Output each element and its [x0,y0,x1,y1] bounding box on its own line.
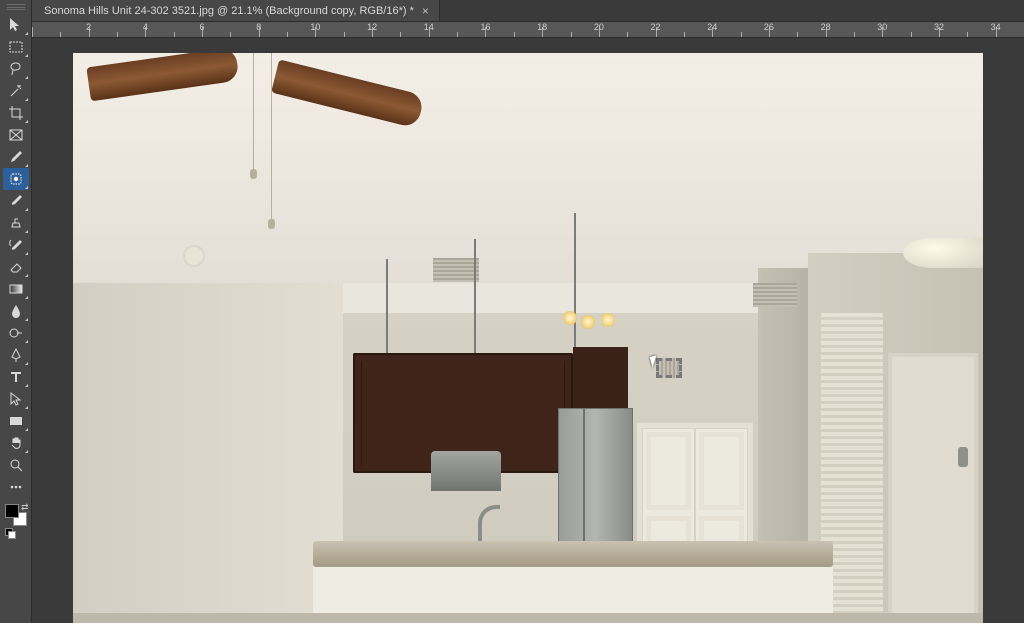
flyout-indicator-icon [25,54,28,57]
tools-panel: ⇄ [0,0,32,623]
document-tabs: Sonoma Hills Unit 24-302 3521.jpg @ 21.1… [32,0,1024,22]
flyout-indicator-icon [25,164,28,167]
ruler-tick-label: 4 [143,22,148,32]
flyout-indicator-icon [25,406,28,409]
ruler-tick-label: 12 [367,22,377,32]
zoom-tool[interactable] [3,454,29,476]
ruler-tick-label: 28 [821,22,831,32]
lasso-tool[interactable] [3,58,29,80]
close-icon[interactable]: × [422,5,429,17]
flyout-indicator-icon [25,208,28,211]
ruler-tick-label: 24 [707,22,717,32]
brush-tool[interactable] [3,190,29,212]
canvas-viewport[interactable] [32,53,1024,623]
document-canvas[interactable] [73,53,983,623]
ruler-tick-label: 26 [764,22,774,32]
flyout-indicator-icon [25,450,28,453]
ruler-tick-label: 14 [424,22,434,32]
horizontal-ruler[interactable]: 246810121416182022242628303234 [32,22,1024,38]
flyout-indicator-icon [25,98,28,101]
eyedropper-tool[interactable] [3,146,29,168]
panel-drag-handle[interactable] [7,4,25,10]
color-swatches[interactable]: ⇄ [5,504,27,526]
magic-wand-tool[interactable] [3,80,29,102]
gradient-tool[interactable] [3,278,29,300]
rectangle-tool[interactable] [3,410,29,432]
flyout-indicator-icon [25,230,28,233]
document-tab[interactable]: Sonoma Hills Unit 24-302 3521.jpg @ 21.1… [32,0,440,21]
flyout-indicator-icon [25,32,28,35]
swap-colors-icon[interactable]: ⇄ [21,502,29,513]
eraser-tool[interactable] [3,256,29,278]
flyout-indicator-icon [25,186,28,189]
ruler-tick-label: 30 [877,22,887,32]
clone-stamp-tool[interactable] [3,212,29,234]
move-tool[interactable] [3,14,29,36]
path-selection-tool[interactable] [3,388,29,410]
edit-toolbar[interactable] [3,476,29,498]
ruler-tick-label: 32 [934,22,944,32]
flyout-indicator-icon [25,76,28,79]
ruler-tick-label: 8 [256,22,261,32]
flyout-indicator-icon [25,340,28,343]
horizontal-type-tool[interactable] [3,366,29,388]
ruler-tick-label: 6 [200,22,205,32]
ruler-tick-label: 34 [991,22,1001,32]
hand-tool[interactable] [3,432,29,454]
dodge-tool[interactable] [3,322,29,344]
frame-tool[interactable] [3,124,29,146]
flyout-indicator-icon [25,296,28,299]
foreground-color-swatch[interactable] [5,504,19,518]
rectangular-marquee-tool[interactable] [3,36,29,58]
blur-tool[interactable] [3,300,29,322]
ruler-tick-label: 18 [537,22,547,32]
history-brush-tool[interactable] [3,234,29,256]
flyout-indicator-icon [25,362,28,365]
flyout-indicator-icon [25,252,28,255]
canvas-area [32,38,1024,623]
ruler-tick-label: 16 [480,22,490,32]
flyout-indicator-icon [25,120,28,123]
crop-tool[interactable] [3,102,29,124]
flyout-indicator-icon [25,274,28,277]
pen-tool[interactable] [3,344,29,366]
ruler-tick-label: 22 [651,22,661,32]
flyout-indicator-icon [25,428,28,431]
ruler-tick-label: 10 [310,22,320,32]
spot-healing-brush-tool[interactable] [3,168,29,190]
document-tab-label: Sonoma Hills Unit 24-302 3521.jpg @ 21.1… [44,5,414,17]
flyout-indicator-icon [25,318,28,321]
ruler-tick-label: 20 [594,22,604,32]
ruler-tick-label: 2 [86,22,91,32]
default-colors-icon[interactable] [5,528,13,536]
flyout-indicator-icon [25,384,28,387]
